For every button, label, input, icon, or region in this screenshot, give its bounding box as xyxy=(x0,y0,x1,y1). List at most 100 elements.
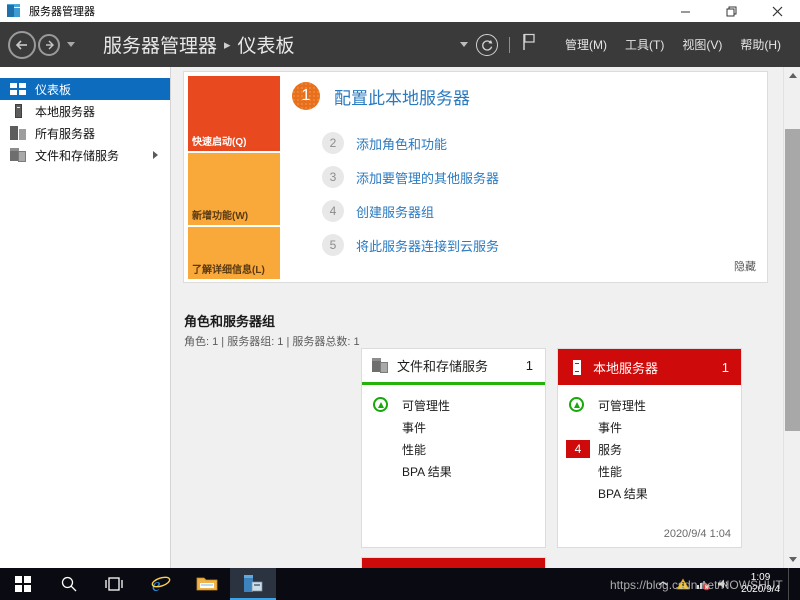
window-title: 服务器管理器 xyxy=(29,3,95,19)
tile-quick-start[interactable]: 快速启动(Q) xyxy=(188,76,280,151)
step-label[interactable]: 添加要管理的其他服务器 xyxy=(356,168,499,187)
sidebar-item-local-server[interactable]: 本地服务器 xyxy=(0,100,170,122)
step-label[interactable]: 将此服务器连接到云服务 xyxy=(356,236,499,255)
window-titlebar: 服务器管理器 xyxy=(0,0,800,22)
status-slot xyxy=(566,484,590,502)
step-label[interactable]: 配置此本地服务器 xyxy=(334,84,470,109)
chevron-right-icon[interactable] xyxy=(153,151,158,159)
internet-explorer-button[interactable]: e xyxy=(138,568,184,600)
task-view-button[interactable] xyxy=(92,568,138,600)
breadcrumb-separator-icon: ▸ xyxy=(224,37,231,53)
maximize-button[interactable] xyxy=(708,0,754,22)
clock-date: 2020/9/4 xyxy=(741,584,780,596)
tray-network-error-icon[interactable] xyxy=(693,568,713,600)
welcome-steps: 1 配置此本地服务器 2 添加角色和功能 3 添加要管理的其他服务器 xyxy=(292,82,759,268)
scroll-up-icon[interactable] xyxy=(784,67,800,84)
card-header: 文件和存储服务 1 xyxy=(362,349,545,385)
card-row-label: 性能 xyxy=(598,463,622,480)
minimize-button[interactable] xyxy=(662,0,708,22)
tray-warning-icon[interactable] xyxy=(673,568,693,600)
status-slot xyxy=(370,440,394,458)
card-row-manageability[interactable]: 可管理性 xyxy=(558,394,741,416)
step-create-server-group[interactable]: 4 创建服务器组 xyxy=(322,200,759,222)
server-manager-window: 服务器管理器 xyxy=(0,0,800,600)
taskbar-clock[interactable]: 1:09 2020/9/4 xyxy=(733,572,788,596)
menu-view[interactable]: 视图(V) xyxy=(673,36,731,53)
step-label[interactable]: 添加角色和功能 xyxy=(356,134,447,153)
roles-section-header: 角色和服务器组 角色: 1 | 服务器组: 1 | 服务器总数: 1 xyxy=(184,311,360,349)
role-card-file-storage-services[interactable]: 文件和存储服务 1 可管理性 事件 xyxy=(361,348,546,548)
tray-chevron-up-icon[interactable] xyxy=(653,568,673,600)
card-row-label: 性能 xyxy=(402,441,426,458)
card-row-bpa-results[interactable]: BPA 结果 xyxy=(362,460,545,482)
sidebar-item-label: 所有服务器 xyxy=(35,125,95,142)
card-row-manageability[interactable]: 可管理性 xyxy=(362,394,545,416)
sidebar-item-label: 本地服务器 xyxy=(35,103,95,120)
server-manager-button[interactable] xyxy=(230,568,276,600)
windows-taskbar: e xyxy=(0,568,800,600)
status-ok-icon xyxy=(566,396,590,414)
file-explorer-button[interactable] xyxy=(184,568,230,600)
notifications-flag-icon[interactable] xyxy=(522,33,538,56)
menu-tools[interactable]: 工具(T) xyxy=(616,36,673,53)
step-label[interactable]: 创建服务器组 xyxy=(356,202,434,221)
card-row-label: 事件 xyxy=(402,419,426,436)
tile-learn-more[interactable]: 了解详细信息(L) xyxy=(188,227,280,279)
card-row-label: 可管理性 xyxy=(598,397,646,414)
sidebar-item-file-storage-services[interactable]: 文件和存储服务 xyxy=(0,144,170,166)
step-add-roles-and-features[interactable]: 2 添加角色和功能 xyxy=(322,132,759,154)
forward-icon[interactable] xyxy=(38,34,60,56)
history-dropdown-icon[interactable] xyxy=(67,42,75,47)
step-connect-to-cloud-services[interactable]: 5 将此服务器连接到云服务 xyxy=(322,234,759,256)
roles-section-subtitle: 角色: 1 | 服务器组: 1 | 服务器总数: 1 xyxy=(184,333,360,349)
scroll-down-icon[interactable] xyxy=(784,551,800,568)
card-row-performance[interactable]: 性能 xyxy=(362,438,545,460)
status-slot xyxy=(370,418,394,436)
status-badge-count: 4 xyxy=(566,440,590,458)
server-manager-icon xyxy=(242,574,264,594)
role-card-partial[interactable] xyxy=(361,557,546,568)
app-body: 仪表板 本地服务器 所有服务器 文件和存储服务 xyxy=(0,67,800,568)
windows-logo-icon xyxy=(15,576,32,593)
card-row-performance[interactable]: 性能 xyxy=(558,460,741,482)
step-add-other-servers[interactable]: 3 添加要管理的其他服务器 xyxy=(322,166,759,188)
card-count: 1 xyxy=(722,360,729,375)
card-row-bpa-results[interactable]: BPA 结果 xyxy=(558,482,741,504)
refresh-icon[interactable] xyxy=(476,34,498,56)
toolbar-divider xyxy=(509,37,510,53)
role-card-local-server[interactable]: 本地服务器 1 可管理性 事件 xyxy=(557,348,742,548)
step-configure-local-server[interactable]: 1 配置此本地服务器 xyxy=(292,82,759,110)
file-storage-icon xyxy=(372,358,388,373)
tray-volume-icon[interactable] xyxy=(713,568,733,600)
dashboard-icon xyxy=(10,82,27,96)
scroll-pane: 快速启动(Q) 新增功能(W) 了解详细信息(L) 1 xyxy=(171,67,783,568)
card-row-events[interactable]: 事件 xyxy=(558,416,741,438)
card-title: 文件和存储服务 xyxy=(397,356,488,375)
hide-welcome-link[interactable]: 隐藏 xyxy=(734,258,756,274)
toolbar-dropdown-icon[interactable] xyxy=(460,42,468,47)
sidebar-item-dashboard[interactable]: 仪表板 xyxy=(0,78,170,100)
search-icon xyxy=(60,575,78,593)
close-button[interactable] xyxy=(754,0,800,22)
card-row-label: 事件 xyxy=(598,419,622,436)
show-desktop-button[interactable] xyxy=(788,568,794,600)
card-row-services[interactable]: 4 服务 xyxy=(558,438,741,460)
back-icon[interactable] xyxy=(8,31,36,59)
breadcrumb: 服务器管理器 ▸ 仪表板 xyxy=(103,31,295,58)
sidebar-item-all-servers[interactable]: 所有服务器 xyxy=(0,122,170,144)
status-badge: 4 xyxy=(566,440,590,458)
status-ok-icon xyxy=(370,396,394,414)
tile-whats-new[interactable]: 新增功能(W) xyxy=(188,153,280,225)
scrollbar-thumb[interactable] xyxy=(785,129,800,431)
server-icon xyxy=(10,104,27,118)
search-button[interactable] xyxy=(46,568,92,600)
card-row-events[interactable]: 事件 xyxy=(362,416,545,438)
breadcrumb-root[interactable]: 服务器管理器 xyxy=(103,31,217,58)
card-row-label: 可管理性 xyxy=(402,397,450,414)
step-number: 2 xyxy=(322,132,344,154)
sidebar-item-label: 仪表板 xyxy=(35,81,71,98)
menu-help[interactable]: 帮助(H) xyxy=(731,36,790,53)
vertical-scrollbar[interactable] xyxy=(783,67,800,568)
menu-manage[interactable]: 管理(M) xyxy=(556,36,616,53)
start-button[interactable] xyxy=(0,568,46,600)
